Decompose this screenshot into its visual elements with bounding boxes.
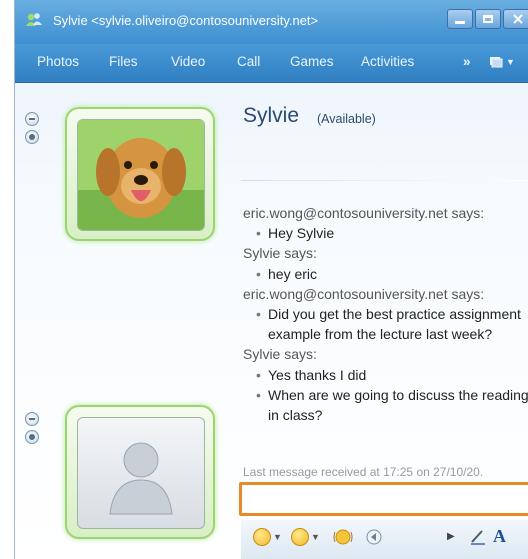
chevron-up-icon [29,418,35,420]
contact-status: (Available) [317,112,376,126]
conversation-entry: Sylvie says: • hey eric [243,243,528,283]
sender-line: eric.wong@contosouniversity.net says: [243,205,485,221]
dog-photo [78,120,204,230]
close-icon [513,14,523,24]
handwriting-button[interactable] [469,528,487,546]
menu-item-activities[interactable]: Activities [361,54,414,69]
menu-more-button[interactable]: » [463,54,471,69]
window-options-icon [490,57,503,68]
contact-picture-controls [25,112,39,148]
message: • Hey Sylvie [256,225,335,242]
minimize-button[interactable] [447,9,473,29]
contact-avatar-frame[interactable] [65,107,215,241]
contact-avatar [77,119,205,231]
conversation-entry: Sylvie says: • Yes thanks I did • When are… [243,344,528,425]
title-bar[interactable]: Sylvie <sylvie.oliveiro@contosouniversit… [15,0,528,44]
message: • Did you get the best practice assignmen… [256,306,521,343]
chevron-down-icon: ▼ [506,57,515,67]
my-status-button[interactable] [25,430,39,444]
chat-window: Sylvie <sylvie.oliveiro@contosouniversit… [14,0,528,559]
collapse-my-picture-button[interactable] [25,412,39,426]
message-input[interactable] [242,485,528,513]
smiley-icon [253,528,271,546]
maximize-icon [483,15,493,23]
wink-button[interactable]: ▼ [291,528,320,546]
formatting-toolbar: ▼ ▼ ▶ A [241,520,528,559]
conversation-entry: eric.wong@contosouniversity.net says: • D… [243,284,528,345]
options-menu-button[interactable]: ▼ [489,55,515,69]
message: • Yes thanks I did [256,366,367,383]
header-divider [241,180,528,181]
sender-line: Sylvie says: [243,346,317,363]
conversation-history: eric.wong@contosouniversity.net says: • H… [243,203,528,425]
default-user-icon [109,442,173,515]
maximize-button[interactable] [475,9,501,29]
conversation-entry: eric.wong@contosouniversity.net says: • H… [243,203,528,243]
menu-item-call[interactable]: Call [237,54,260,69]
menu-item-files[interactable]: Files [109,54,138,69]
contact-name: Sylvie [243,104,300,127]
sender-line: Sylvie says: [243,245,317,262]
voice-clip-icon [366,529,382,545]
menu-bar: Photos Files Video Call Games Activities… [15,44,528,83]
emoticon-button[interactable]: ▼ [253,528,282,546]
minimize-icon [455,20,465,24]
chevron-up-icon [29,118,35,120]
chevron-down-icon: ▼ [273,532,282,542]
contact-card-button[interactable] [25,130,39,144]
window-title: Sylvie <sylvie.oliveiro@contosouniversit… [53,13,319,28]
voice-clip-button[interactable] [365,528,383,546]
nudge-button[interactable] [333,528,353,546]
collapse-picture-button[interactable] [25,112,39,126]
menu-item-video[interactable]: Video [171,54,205,69]
my-avatar [77,417,205,529]
message: • hey eric [256,265,318,282]
message: • When are we going to discuss the readin… [256,386,528,424]
close-button[interactable] [503,9,528,29]
chevron-right-icon: ▶ [447,531,455,542]
pencil-icon [471,530,485,545]
person-icon [29,134,35,140]
wink-icon [291,528,309,546]
person-icon [29,434,35,440]
last-message-timestamp: Last message received at 17:25 on 27/10/… [243,465,484,479]
font-button[interactable]: A [493,526,506,547]
toolbar-more-button[interactable]: ▶ [447,531,455,542]
sender-line: eric.wong@contosouniversity.net says: [243,285,485,302]
my-picture-controls [25,412,39,448]
messenger-app-icon [26,13,42,26]
nudge-icon [333,529,353,545]
my-avatar-frame[interactable] [65,405,215,539]
message-input-box[interactable] [239,482,528,516]
chevron-down-icon: ▼ [311,532,320,542]
menu-item-games[interactable]: Games [290,54,334,69]
menu-item-photos[interactable]: Photos [37,54,79,69]
